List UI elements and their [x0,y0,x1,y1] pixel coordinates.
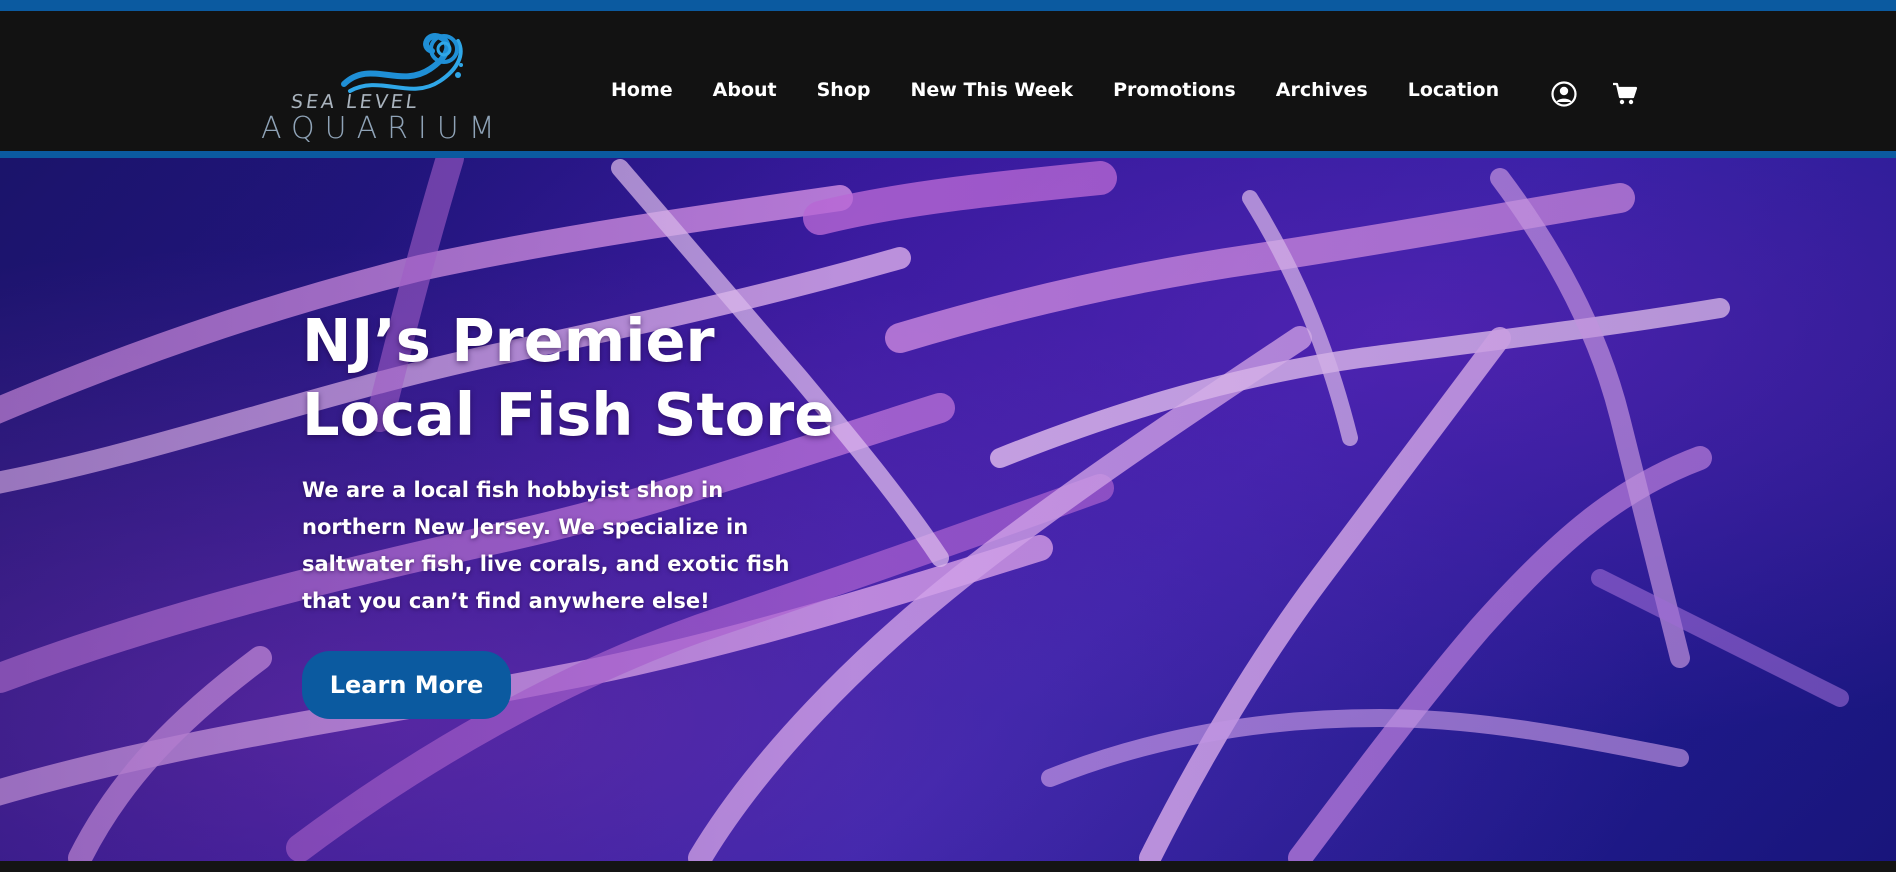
shopping-cart-icon[interactable] [1612,82,1638,106]
hero-title-line-1: NJ’s Premier [302,306,715,375]
learn-more-button[interactable]: Learn More [302,651,511,719]
main-nav: Home About Shop New This Week Promotions… [611,79,1499,101]
logo-text-aquarium: AQUARIUM [261,111,505,146]
nav-item-home[interactable]: Home [611,79,673,101]
top-accent-stripe [0,0,1896,11]
nav-item-promotions[interactable]: Promotions [1113,79,1236,101]
nav-item-location[interactable]: Location [1408,79,1499,101]
nav-item-shop[interactable]: Shop [817,79,871,101]
user-circle-icon[interactable] [1551,81,1577,107]
hero-content: NJ’s Premier Local Fish Store We are a l… [302,304,862,620]
nav-item-about[interactable]: About [713,79,777,101]
wave-logo-icon [341,33,463,93]
hero-banner: NJ’s Premier Local Fish Store We are a l… [0,158,1896,861]
logo-text-sea-level: SEA LEVEL [289,91,421,113]
page-bottom-band [0,861,1896,872]
nav-item-new-this-week[interactable]: New This Week [910,79,1073,101]
anemone-background-image [0,158,1896,861]
header-accent-stripe [0,151,1896,158]
site-logo[interactable]: SEA LEVEL AQUARIUM [260,29,520,147]
hero-title-line-2: Local Fish Store [302,380,835,449]
hero-title: NJ’s Premier Local Fish Store [302,304,862,452]
nav-item-archives[interactable]: Archives [1276,79,1368,101]
site-header: SEA LEVEL AQUARIUM Home About Shop New T… [0,11,1896,151]
hero-description: We are a local fish hobbyist shop in nor… [302,478,790,613]
